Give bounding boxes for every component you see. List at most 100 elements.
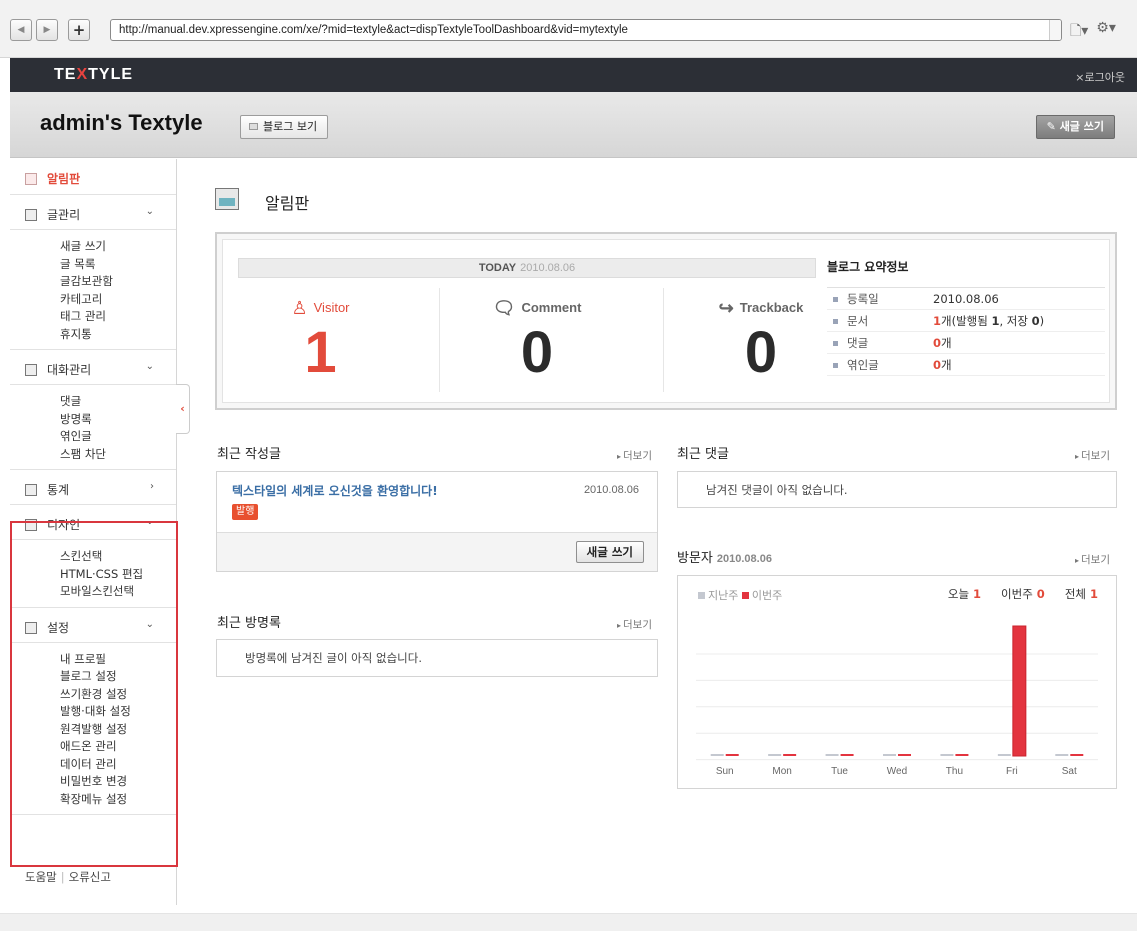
recent-posts-box: 텍스타일의 세계로 오신것을 환영합니다! 2010.08.06 발행 새글 쓰…	[216, 471, 658, 572]
new-tab-button[interactable]: +	[68, 19, 90, 41]
sidebar-section-label: 대화관리	[47, 363, 92, 377]
visitor-chart: Sun Mon Tue Wed Thu Fri Sat	[696, 625, 1098, 777]
summary-value: 0개	[933, 332, 952, 354]
gear-icon[interactable]: ⚙▾	[1096, 20, 1116, 40]
sidebar-item-skin[interactable]: 스킨선택	[60, 548, 176, 566]
sidebar-item-tags[interactable]: 태그 관리	[60, 308, 176, 326]
back-arrow-icon[interactable]: ◀	[10, 19, 32, 41]
visitors-title: 방문자 2010.08.06	[677, 547, 772, 567]
recent-posts-more-link[interactable]: 더보기	[617, 448, 652, 463]
sidebar-collapse-button[interactable]: ‹	[176, 384, 190, 434]
sidebar-item-trackbacks[interactable]: 엮인글	[60, 428, 176, 446]
forward-arrow-icon[interactable]: ▶	[36, 19, 58, 41]
sidebar-item-label: 알림판	[47, 172, 81, 186]
today-date: 2010.08.06	[520, 262, 576, 274]
sidebar-section-settings[interactable]: 설정 ⌄	[10, 608, 176, 643]
x-tick-label: Wed	[887, 766, 907, 777]
document-icon	[25, 209, 37, 221]
sidebar-item-write[interactable]: 새글 쓰기	[60, 238, 176, 256]
sidebar-item-comments[interactable]: 댓글	[60, 393, 176, 411]
sidebar-item-profile[interactable]: 내 프로필	[60, 651, 176, 669]
sidebar-section-conversations[interactable]: 대화관리 ⌄	[10, 350, 176, 385]
page-header: 알림판	[215, 188, 1115, 218]
sidebar-item-remote-publish[interactable]: 원격발행 설정	[60, 721, 176, 739]
sidebar-item-write-settings[interactable]: 쓰기환경 설정	[60, 686, 176, 704]
post-date: 2010.08.06	[583, 484, 639, 496]
sidebar-item-publish-settings[interactable]: 발행·대화 설정	[60, 703, 176, 721]
x-tick-label: Thu	[946, 766, 963, 777]
unit-text: 개	[941, 336, 952, 350]
summary-value: 2010.08.06	[933, 292, 999, 306]
sidebar-item-addons[interactable]: 애드온 관리	[60, 738, 176, 756]
summary-key: 등록일	[833, 288, 879, 310]
dashboard-icon	[25, 173, 37, 185]
empty-message: 방명록에 남겨진 글이 아직 없습니다.	[245, 651, 422, 665]
sidebar-item-trash[interactable]: 휴지통	[60, 326, 176, 344]
stat-label: ♙ Visitor	[223, 298, 418, 319]
chart-bar-sun-this	[725, 754, 739, 756]
address-bar[interactable]: http://manual.dev.xpressengine.com/xe/?m…	[110, 19, 1062, 41]
write-new-button[interactable]: ✎ 새글 쓰기	[1035, 115, 1115, 139]
sidebar-item-html-css[interactable]: HTML·CSS 편집	[60, 566, 176, 584]
textyle-logo[interactable]: TEXTYLE	[54, 66, 133, 84]
sidebar-section-label: 글관리	[47, 208, 81, 222]
comment-icon: 🗨	[492, 298, 516, 318]
chart-bar-fri-this	[1012, 625, 1027, 757]
view-blog-button[interactable]: 블로그 보기	[240, 115, 329, 139]
page-icon[interactable]: 🗋▾	[1070, 20, 1088, 40]
sidebar-item-spam[interactable]: 스팸 차단	[60, 446, 176, 464]
textyle-topbar: TEXTYLE ×로그아웃	[10, 58, 1137, 92]
post-title-link[interactable]: 텍스타일의 세계로 오신것을 환영합니다!	[232, 482, 438, 499]
chart-bar-mon-last	[768, 754, 782, 756]
write-post-button[interactable]: 새글 쓰기	[575, 541, 644, 563]
browser-menu-icons: 🗋▾ ⚙▾	[1070, 20, 1134, 40]
doc-text: )	[1039, 314, 1045, 328]
sidebar-item-blog-settings[interactable]: 블로그 설정	[60, 668, 176, 686]
visitors-more-link[interactable]: 더보기	[1075, 552, 1110, 567]
sidebar-section-stats[interactable]: 통계 ›	[10, 470, 176, 505]
recent-comments-box: 남겨진 댓글이 아직 없습니다.	[677, 471, 1117, 508]
chevron-right-icon: ›	[150, 481, 154, 492]
sidebar-section-label: 통계	[47, 483, 70, 497]
blog-header: admin's Textyle 블로그 보기 ✎ 새글 쓰기	[10, 92, 1137, 158]
chart-bar-thu-last	[940, 754, 954, 756]
stats-icon	[25, 484, 37, 496]
x-tick-label: Fri	[1006, 766, 1018, 777]
logout-link[interactable]: ×로그아웃	[1075, 69, 1125, 85]
status-badge: 발행	[232, 504, 259, 520]
chart-bar-thu-this	[955, 754, 969, 756]
status-bar	[0, 913, 1137, 931]
design-icon	[25, 519, 37, 531]
summary-key: 댓글	[832, 332, 868, 354]
report-link[interactable]: 오류신고	[69, 870, 111, 884]
doc-text: , 저장	[999, 314, 1032, 328]
help-link[interactable]: 도움말	[25, 870, 57, 884]
summary-title: 블로그 요약정보	[827, 258, 1105, 288]
sidebar-item-mobile-skin[interactable]: 모바일스킨선택	[60, 583, 176, 601]
sidebar-section-design[interactable]: 디자인 ⌄	[10, 505, 176, 540]
sidebar-item-drafts[interactable]: 글감보관함	[60, 273, 176, 291]
gear-icon	[25, 621, 37, 634]
sidebar-section-label: 디자인	[47, 518, 81, 532]
recent-comments-more-link[interactable]: 더보기	[1075, 448, 1110, 463]
sidebar-footer: 도움말 | 오류신고	[10, 869, 176, 885]
sidebar-section-posts[interactable]: 글관리 ⌄	[10, 195, 176, 230]
x-tick-label: Sat	[1062, 766, 1077, 777]
chevron-down-icon: ⌄	[145, 206, 154, 217]
comment-count: 0	[933, 336, 942, 350]
sidebar-item-category[interactable]: 카테고리	[60, 291, 176, 309]
summary-key: 문서	[832, 310, 868, 332]
sidebar-item-password[interactable]: 비밀번호 변경	[60, 773, 176, 791]
sidebar-item-guestbook[interactable]: 방명록	[60, 411, 176, 429]
recent-guestbook-more-link[interactable]: 더보기	[617, 617, 652, 632]
sidebar-item-dashboard[interactable]: 알림판	[10, 159, 176, 195]
published-count: 1	[991, 314, 1000, 328]
visitor-icon: ♙	[291, 298, 308, 318]
sidebar-item-data[interactable]: 데이터 관리	[60, 756, 176, 774]
sidebar-item-post-list[interactable]: 글 목록	[60, 256, 176, 274]
sidebar-item-extra-menu[interactable]: 확장메뉴 설정	[60, 791, 176, 809]
dashboard-icon	[215, 188, 239, 210]
summary-row: 문서 1개(발행됨 1, 저장 0)	[827, 310, 1105, 332]
stat-comment: 🗨 Comment 0	[439, 288, 634, 392]
browser-toolbar: ◀ ▶ + http://manual.dev.xpressengine.com…	[0, 0, 1137, 58]
